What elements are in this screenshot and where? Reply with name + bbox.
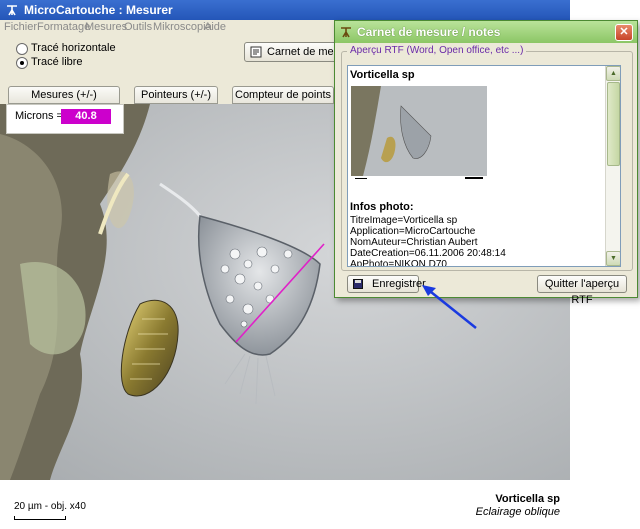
save-button[interactable]: Enregistrer [347, 275, 426, 293]
scale-bar [14, 516, 66, 520]
radio-label: Tracé horizontale [31, 42, 116, 54]
notes-dialog: Carnet de mesure / notes ✕ Aperçu RTF (W… [334, 20, 638, 306]
arrow-down-icon: ▼ [610, 255, 617, 262]
tab-compteur[interactable]: Compteur de points (+/-) [232, 86, 334, 117]
rtf-group-label: Aperçu RTF (Word, Open office, etc ...) [347, 45, 527, 56]
menu-outils[interactable]: Outils [124, 21, 152, 33]
photo-thumbnail [351, 86, 487, 182]
infos-heading: Infos photo: [350, 201, 414, 213]
scroll-up-button[interactable]: ▲ [606, 66, 620, 81]
info-line: TitreImage=Vorticella sp [350, 215, 458, 226]
caption-subtitle: Eclairage oblique [475, 506, 560, 518]
menu-mikroscopia[interactable]: Mikroscopia [153, 21, 212, 33]
menu-aide[interactable]: Aide [204, 21, 226, 33]
menu-fichier[interactable]: Fichier [4, 21, 37, 33]
caption-title: Vorticella sp [495, 493, 560, 505]
info-line: Application=MicroCartouche [350, 226, 476, 237]
tab-pointeurs[interactable]: Pointeurs (+/-) [134, 86, 218, 104]
tripod-icon [341, 27, 351, 38]
radio-button[interactable] [16, 43, 28, 55]
radio-label: Tracé libre [31, 56, 83, 68]
info-line: DateCreation=06.11.2006 20:48:14 [350, 248, 506, 259]
arrow-annotation [422, 285, 477, 329]
scale-label: 20 µm - obj. x40 [14, 501, 86, 512]
menu-formatage[interactable]: Formatage [37, 21, 90, 33]
quit-preview-button[interactable]: Quitter l'aperçu RTF [537, 275, 627, 306]
info-line: ApPhoto=NIKON D70 [350, 259, 447, 267]
tripod-icon [7, 5, 17, 16]
close-icon: ✕ [619, 26, 629, 38]
info-line: NomAuteur=Christian Aubert [350, 237, 478, 248]
dialog-title: Carnet de mesure / notes [357, 25, 501, 39]
rtf-scrollbar[interactable]: ▲ ▼ [605, 66, 620, 266]
menu-mesures[interactable]: Mesures [85, 21, 127, 33]
microns-value: 40.8 [61, 109, 111, 124]
scroll-thumb[interactable] [607, 82, 620, 166]
scroll-down-button[interactable]: ▼ [606, 251, 620, 266]
radio-button[interactable] [16, 57, 28, 69]
rtf-preview[interactable]: Vorticella sp Infos photo: TitreImage=Vo… [347, 65, 621, 267]
notebook-icon [250, 46, 262, 58]
tab-mesures[interactable]: Mesures (+/-) [8, 86, 120, 104]
window-title: MicroCartouche : Mesurer [24, 3, 173, 17]
floppy-icon [353, 279, 363, 289]
rtf-title: Vorticella sp [350, 69, 415, 81]
arrow-up-icon: ▲ [610, 70, 617, 77]
measure-panel: Microns = 40.8 [6, 104, 124, 134]
title-bar: MicroCartouche : Mesurer [0, 0, 570, 20]
close-button[interactable]: ✕ [615, 24, 633, 41]
dialog-title-bar[interactable]: Carnet de mesure / notes ✕ [335, 21, 637, 43]
carnet-button[interactable]: Carnet de mesures [244, 42, 361, 62]
microns-label: Microns = [15, 110, 63, 122]
photo-infos: Infos photo: TitreImage=Vorticella sp Ap… [350, 202, 506, 267]
